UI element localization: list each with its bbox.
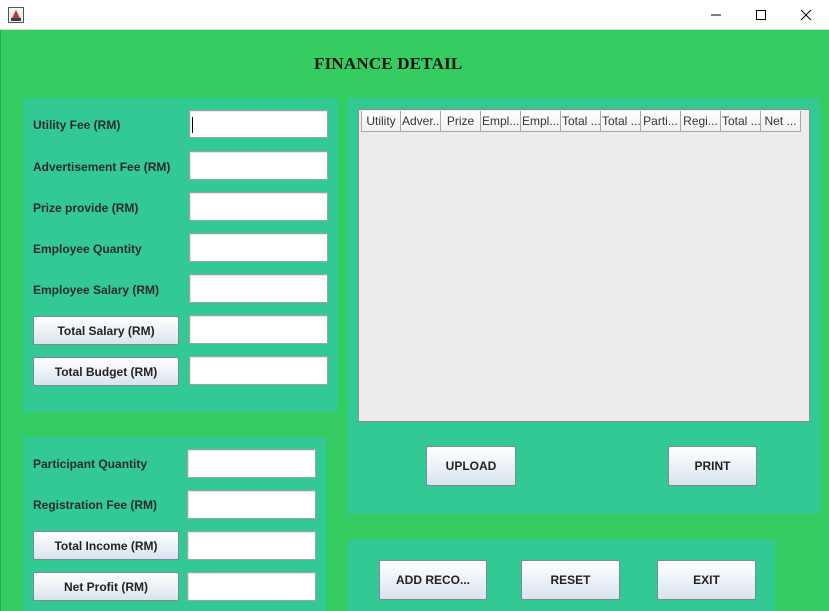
column-header[interactable]: Total ...	[601, 111, 641, 132]
column-header[interactable]: Utility	[361, 111, 401, 132]
column-header[interactable]: Net ...	[761, 111, 801, 132]
column-header[interactable]: Parti...	[641, 111, 681, 132]
total-salary-button[interactable]: Total Salary (RM)	[33, 316, 179, 345]
employee-salary-label: Employee Salary (RM)	[33, 283, 160, 297]
maximize-button[interactable]	[738, 0, 784, 30]
column-header[interactable]: Empl...	[481, 111, 521, 132]
exit-button[interactable]: EXIT	[657, 560, 756, 600]
total-income-field[interactable]	[187, 531, 316, 560]
net-profit-field[interactable]	[187, 572, 316, 601]
close-icon	[800, 9, 812, 21]
registration-fee-label: Registration Fee (RM)	[33, 498, 158, 512]
reset-button[interactable]: RESET	[521, 560, 620, 600]
utility-fee-label: Utility Fee (RM)	[33, 118, 121, 132]
employee-salary-field[interactable]	[189, 274, 328, 303]
add-record-button[interactable]: ADD RECO...	[379, 560, 487, 600]
close-button[interactable]	[783, 0, 829, 30]
column-header[interactable]: Total ...	[721, 111, 761, 132]
advertisement-fee-label: Advertisement Fee (RM)	[33, 160, 171, 174]
text-caret	[192, 117, 193, 133]
maximize-icon	[756, 10, 766, 20]
advertisement-fee-field[interactable]	[189, 151, 328, 180]
page-title: FINANCE DETAIL	[314, 54, 463, 73]
total-budget-button[interactable]: Total Budget (RM)	[33, 357, 179, 386]
java-app-icon	[8, 7, 24, 23]
prize-field[interactable]	[189, 192, 328, 221]
total-salary-field[interactable]	[189, 315, 328, 344]
participant-quantity-field[interactable]	[187, 449, 316, 478]
minimize-button[interactable]	[693, 0, 739, 30]
column-header[interactable]: Empl...	[521, 111, 561, 132]
utility-fee-field[interactable]	[189, 110, 328, 138]
table-header: Utility Adver... Prize Empl... Empl... T…	[361, 111, 801, 132]
column-header[interactable]: Regi...	[681, 111, 721, 132]
registration-fee-field[interactable]	[187, 490, 316, 519]
column-header[interactable]: Prize	[441, 111, 481, 132]
records-table[interactable]: Utility Adver... Prize Empl... Empl... T…	[358, 109, 810, 422]
participant-quantity-label: Participant Quantity	[33, 457, 148, 471]
title-bar	[0, 0, 829, 30]
minimize-icon	[711, 14, 721, 16]
column-header[interactable]: Total ...	[561, 111, 601, 132]
upload-button[interactable]: UPLOAD	[426, 446, 516, 486]
prize-label: Prize provide (RM)	[33, 201, 139, 215]
employee-quantity-label: Employee Quantity	[33, 242, 142, 256]
net-profit-button[interactable]: Net Profit (RM)	[33, 572, 179, 601]
print-button[interactable]: PRINT	[668, 446, 757, 486]
employee-quantity-field[interactable]	[189, 233, 328, 262]
column-header[interactable]: Adver...	[401, 111, 441, 132]
total-budget-field[interactable]	[189, 356, 328, 385]
total-income-button[interactable]: Total Income (RM)	[33, 531, 179, 560]
